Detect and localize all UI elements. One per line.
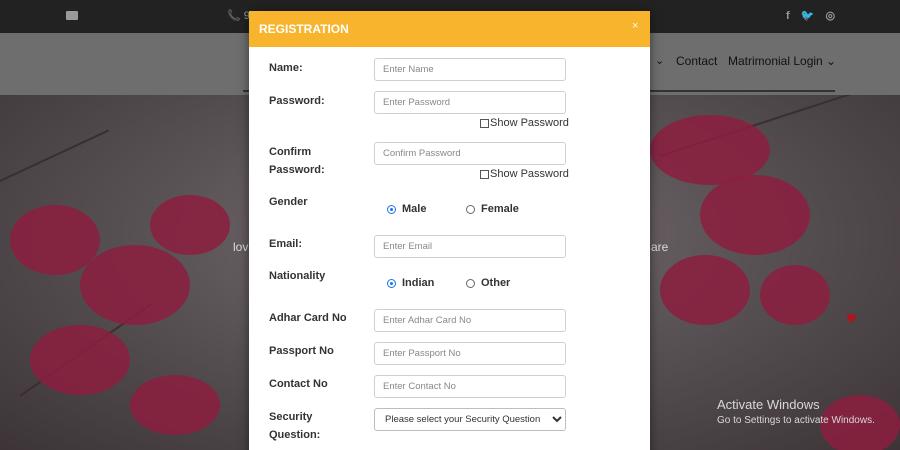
radio-selected-icon[interactable]	[387, 204, 396, 214]
confirm-password-label-line1: Confirm	[269, 146, 312, 158]
nav-contact[interactable]: Contact	[676, 54, 717, 68]
blossom	[130, 375, 220, 435]
adhar-field[interactable]	[374, 309, 566, 332]
gender-male-radio[interactable]: Male	[387, 203, 426, 215]
email-label: Email:	[269, 238, 303, 250]
hero-text-right: are	[651, 240, 669, 254]
registration-modal: REGISTRATION × Name: Password: Show Pass…	[249, 11, 650, 450]
security-question-select[interactable]: Please select your Security Question	[374, 408, 566, 431]
nationality-other-radio[interactable]: Other	[466, 277, 510, 289]
chevron-down-icon[interactable]: ⌄	[655, 54, 664, 67]
contact-label: Contact No	[269, 378, 328, 390]
radio-selected-icon[interactable]	[387, 278, 396, 288]
blossom	[760, 265, 830, 325]
name-field[interactable]	[374, 58, 566, 81]
name-label: Name:	[269, 62, 303, 74]
nationality-label: Nationality	[269, 270, 326, 282]
password-label: Password:	[269, 95, 325, 107]
confirm-password-label-line2: Password:	[269, 164, 325, 176]
blossom	[700, 175, 810, 255]
security-label-line2: Question:	[269, 429, 321, 441]
blossom	[80, 245, 190, 325]
heart-icon: ♥	[846, 308, 857, 328]
contact-field[interactable]	[374, 375, 566, 398]
adhar-label: Adhar Card No	[269, 312, 347, 324]
confirm-password-field[interactable]	[374, 142, 566, 165]
gender-male-label: Male	[402, 203, 427, 215]
twitter-icon[interactable]: 🐦	[801, 9, 815, 22]
show-confirm-password-checkbox[interactable]	[480, 169, 489, 179]
blossom	[150, 195, 230, 255]
show-password-label: Show Password	[490, 117, 569, 129]
hero-text-left: lov	[233, 240, 249, 254]
watermark-title: Activate Windows	[717, 397, 820, 412]
phone-text: 📞 9	[227, 10, 250, 22]
windows-watermark: Activate Windows Go to Settings to activ…	[717, 397, 875, 426]
passport-field[interactable]	[374, 342, 566, 365]
email-field[interactable]	[374, 235, 566, 258]
social-links: f 🐦 ◎	[786, 9, 843, 22]
nav-matrimonial-login[interactable]: Matrimonial Login ⌄	[728, 54, 836, 68]
gender-female-label: Female	[481, 203, 519, 215]
mail-icon[interactable]	[66, 11, 78, 20]
gender-female-radio[interactable]: Female	[466, 203, 519, 215]
blossom	[30, 325, 130, 395]
nationality-indian-label: Indian	[402, 277, 435, 289]
password-field[interactable]	[374, 91, 566, 114]
show-password-checkbox[interactable]	[480, 118, 489, 128]
blossom	[660, 255, 750, 325]
close-icon[interactable]: ×	[632, 20, 638, 32]
security-label-line1: Security	[269, 411, 313, 423]
passport-label: Passport No	[269, 345, 334, 357]
radio-icon[interactable]	[466, 204, 475, 214]
instagram-icon[interactable]: ◎	[826, 9, 836, 22]
watermark-subtitle: Go to Settings to activate Windows.	[717, 415, 875, 426]
facebook-icon[interactable]: f	[786, 10, 790, 22]
gender-label: Gender	[269, 196, 308, 208]
nationality-indian-radio[interactable]: Indian	[387, 277, 434, 289]
nationality-other-label: Other	[481, 277, 511, 289]
show-confirm-password-toggle[interactable]: Show Password	[480, 168, 569, 180]
modal-title: REGISTRATION	[259, 22, 349, 36]
radio-icon[interactable]	[466, 278, 475, 288]
branch	[0, 129, 110, 182]
modal-header: REGISTRATION ×	[249, 11, 650, 47]
show-password-toggle[interactable]: Show Password	[480, 117, 569, 129]
show-password-label: Show Password	[490, 168, 569, 180]
